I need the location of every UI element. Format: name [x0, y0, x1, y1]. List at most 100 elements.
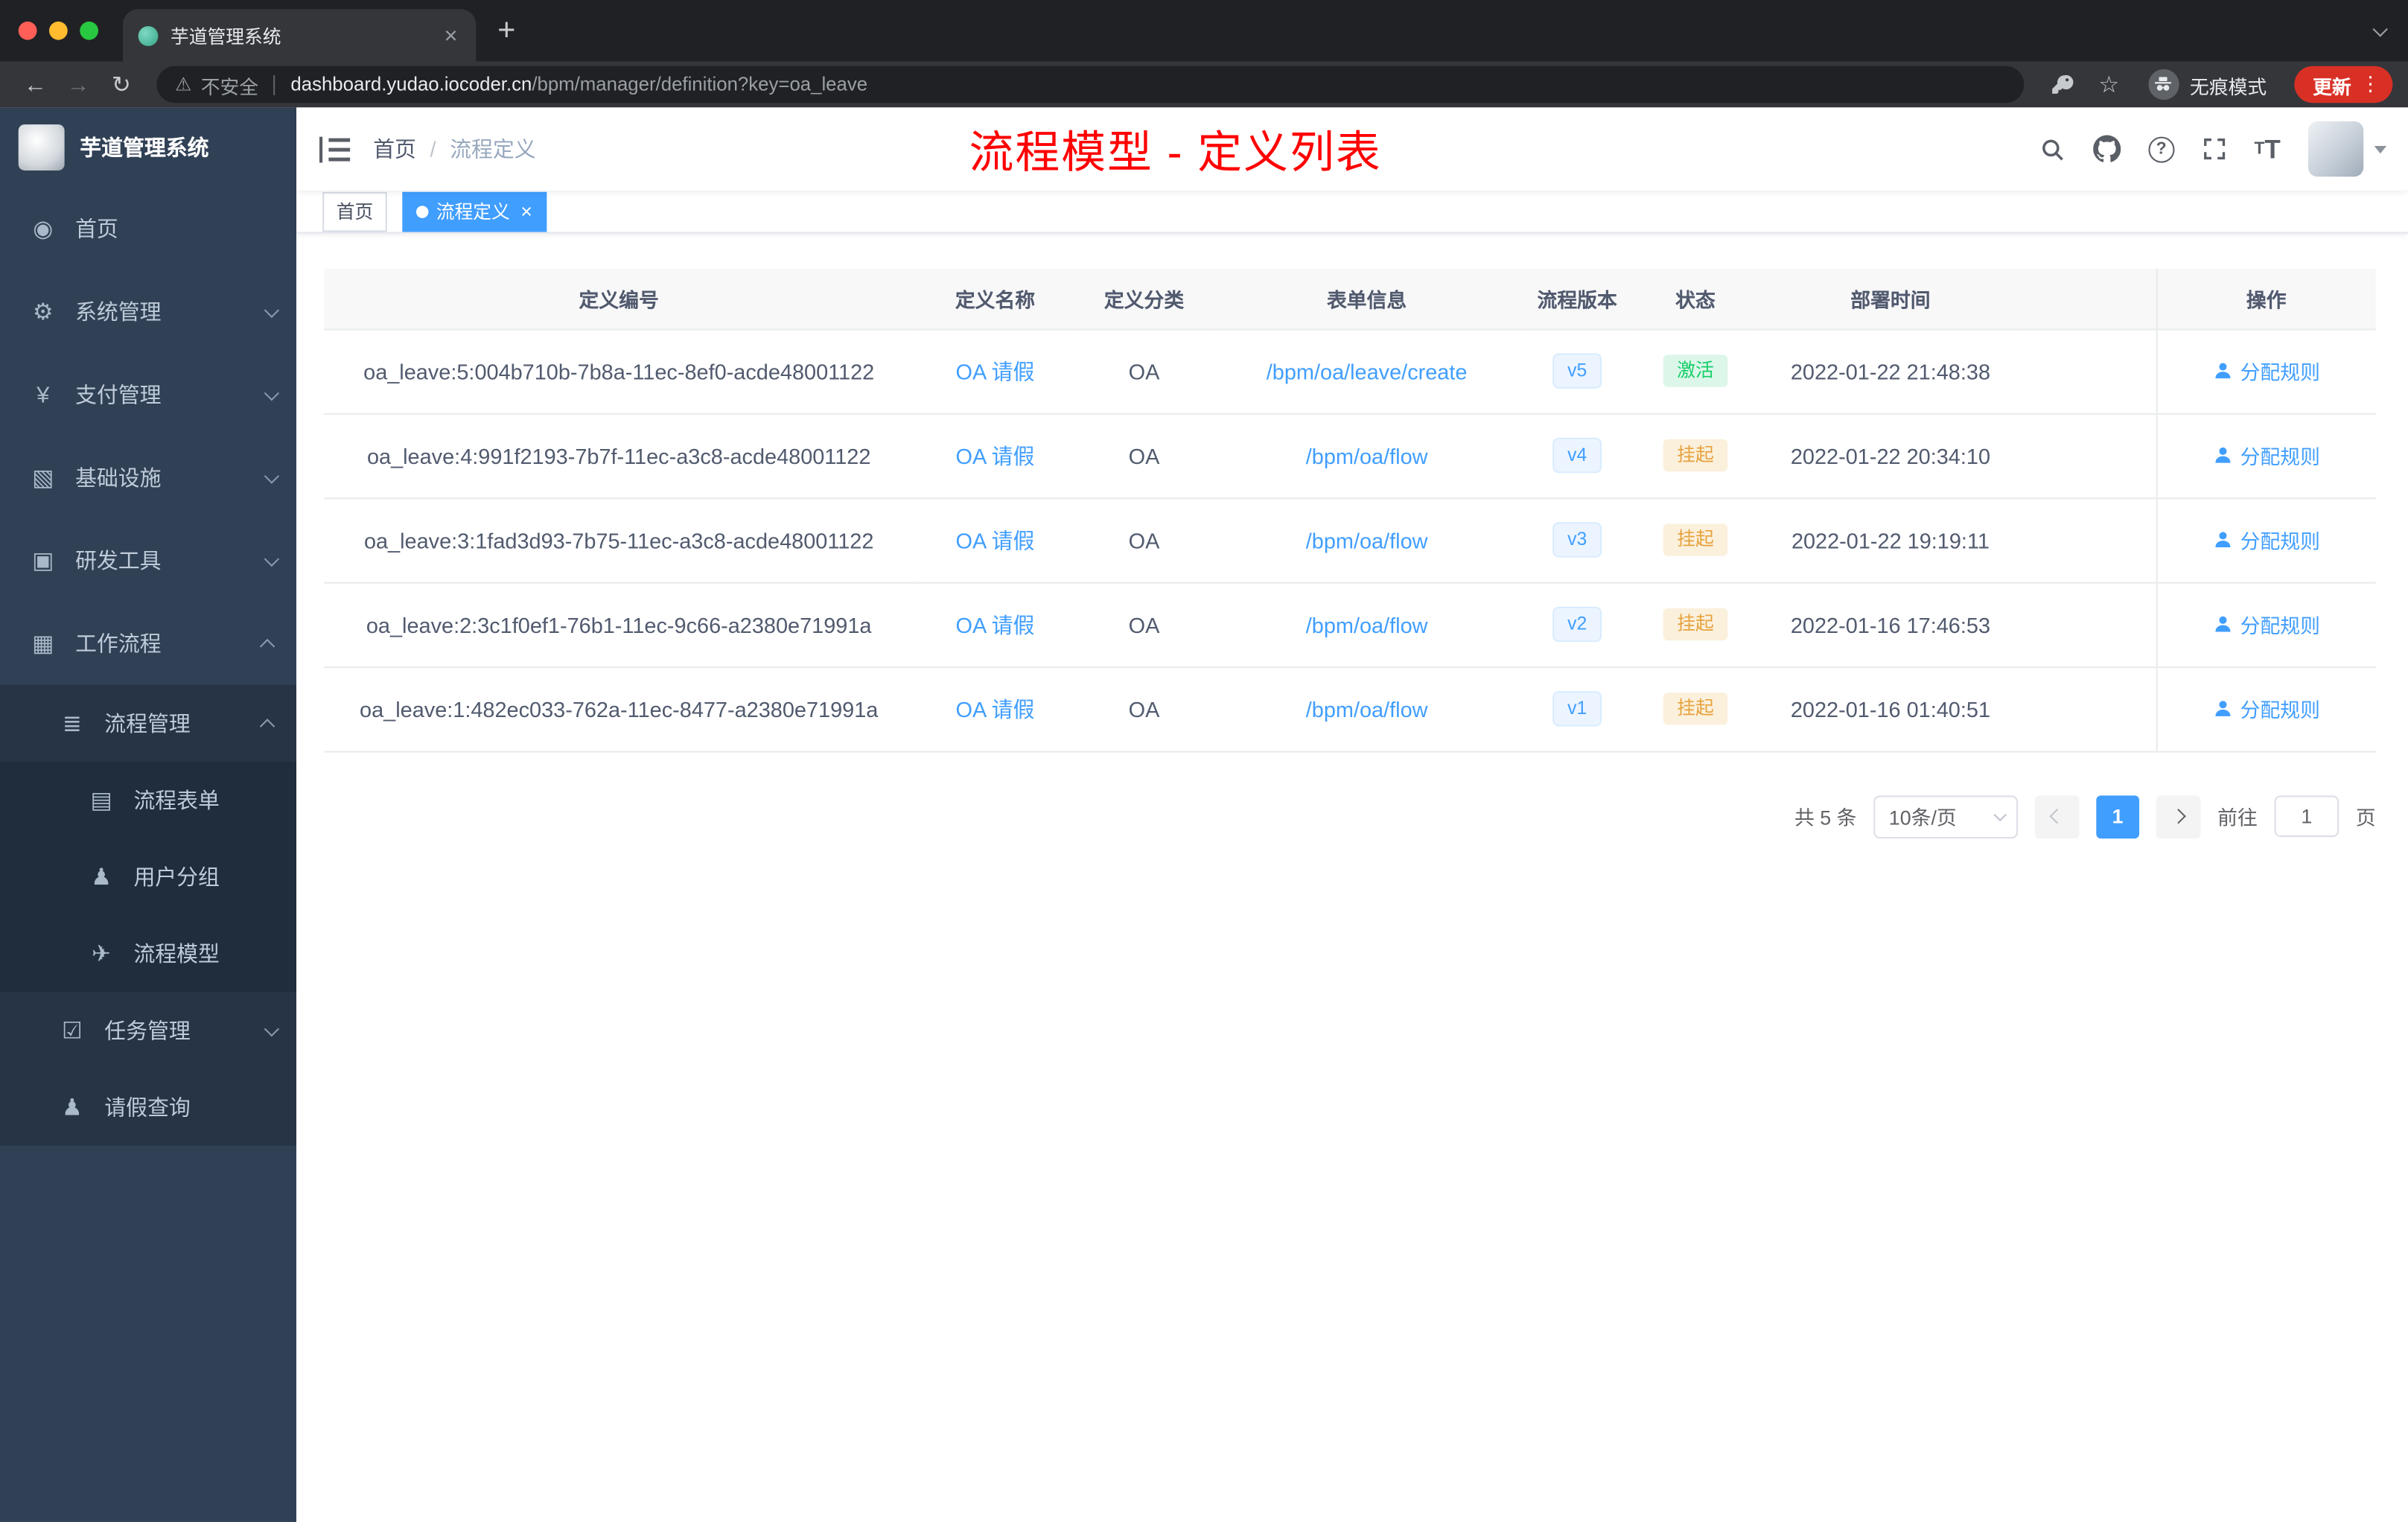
chevron-down-icon	[264, 550, 280, 567]
assign-rule-link[interactable]: 分配规则	[2213, 357, 2320, 386]
breadcrumb-home[interactable]: 首页	[373, 133, 416, 164]
form-link[interactable]: /bpm/oa/flow	[1306, 443, 1428, 468]
goto-page-input[interactable]: 1	[2274, 795, 2339, 838]
sidebar-collapse-icon[interactable]	[296, 136, 373, 162]
address-bar[interactable]: ⚠ 不安全 dashboard.yudao.iocoder.cn/bpm/man…	[156, 66, 2024, 104]
definition-name-link[interactable]: OA 请假	[956, 359, 1035, 383]
annotation-title: 流程模型 - 定义列表	[969, 129, 1382, 179]
password-key-icon[interactable]	[2049, 72, 2074, 97]
tools-icon: ▣	[32, 548, 54, 575]
assign-rule-link[interactable]: 分配规则	[2213, 525, 2320, 554]
column-header: 定义分类	[1076, 268, 1212, 330]
browser-tab[interactable]: 芋道管理系统 ×	[123, 9, 477, 62]
pagination: 共 5 条 10条/页 1 前往 1 页	[324, 795, 2376, 838]
sidebar-item-user-group[interactable]: ♟ 用户分组	[0, 838, 297, 916]
total-count: 共 5 条	[1794, 806, 1857, 830]
column-header: 流程版本	[1521, 268, 1633, 330]
browser-menu-icon[interactable]: ⋮	[2360, 72, 2380, 97]
infrastructure-icon: ▧	[32, 465, 54, 491]
tab-search-chevron-icon[interactable]	[2372, 17, 2388, 45]
definition-name-link[interactable]: OA 请假	[956, 696, 1035, 721]
column-header: 定义名称	[914, 268, 1077, 330]
sidebar-item-payment-management[interactable]: ¥ 支付管理	[0, 353, 296, 436]
prev-page-button[interactable]	[2034, 795, 2080, 838]
breadcrumb: 首页 / 流程定义	[373, 133, 535, 164]
form-link[interactable]: /bpm/oa/flow	[1306, 527, 1428, 552]
chevron-down-icon	[264, 468, 280, 483]
sidebar-item-process-form[interactable]: ▤ 流程表单	[0, 762, 297, 839]
tab-title: 芋道管理系统	[170, 25, 281, 47]
new-tab-button[interactable]: +	[497, 16, 515, 46]
github-icon[interactable]	[2092, 135, 2121, 163]
category-cell: OA	[1076, 328, 1212, 414]
definition-name-link[interactable]: OA 请假	[956, 612, 1035, 637]
user-avatar-menu[interactable]	[2307, 121, 2387, 177]
assign-rule-link[interactable]: 分配规则	[2213, 694, 2320, 723]
table-row: oa_leave:5:004b710b-7b8a-11ec-8ef0-acde4…	[324, 328, 2376, 414]
assign-rule-link[interactable]: 分配规则	[2213, 610, 2320, 639]
screen: 芋道管理系统 × + ← → ↻ ⚠ 不安全 dashboard.yudao.i…	[0, 0, 2408, 1522]
back-button[interactable]: ←	[16, 71, 56, 98]
forward-button[interactable]: →	[58, 71, 98, 98]
page-number-button[interactable]: 1	[2096, 795, 2139, 838]
tag-close-icon[interactable]: ×	[520, 201, 532, 221]
status-badge: 挂起	[1663, 523, 1728, 556]
avatar	[2307, 121, 2364, 177]
security-label: 不安全	[200, 76, 259, 98]
bookmark-star-icon[interactable]: ☆	[2098, 71, 2119, 98]
version-badge: v2	[1552, 607, 1602, 642]
sidebar-item-leave-query[interactable]: ♟ 请假查询	[0, 1069, 297, 1146]
incognito-label: 无痕模式	[2190, 76, 2267, 98]
zoom-window-button[interactable]	[80, 21, 98, 40]
sidebar-item-workflow[interactable]: ▦ 工作流程	[0, 602, 296, 685]
url-path: /bpm/manager/definition?key=oa_leave	[532, 74, 868, 95]
navbar-tools: ? TT	[2039, 121, 2408, 177]
deploy-time-cell: 2022-01-22 19:19:11	[1758, 497, 2023, 583]
sidebar-item-process-management[interactable]: ≣ 流程管理	[0, 684, 297, 762]
filler-cell	[2022, 666, 2156, 752]
filler-cell	[2022, 497, 2156, 583]
app-title: 芋道管理系统	[80, 135, 209, 160]
paper-plane-icon: ✈	[92, 941, 112, 968]
form-link[interactable]: /bpm/oa/flow	[1306, 612, 1428, 637]
page-size-select[interactable]: 10条/页	[1873, 795, 2019, 838]
sidebar-item-infrastructure[interactable]: ▧ 基础设施	[0, 436, 296, 519]
sidebar-item-home[interactable]: ◉ 首页	[0, 188, 296, 270]
tag-process-definition[interactable]: 流程定义 ×	[402, 191, 547, 232]
sidebar-item-task-management[interactable]: ☑ 任务管理	[0, 992, 297, 1069]
table-row: oa_leave:2:3c1f0ef1-76b1-11ec-9c66-a2380…	[324, 582, 2376, 668]
search-icon[interactable]	[2039, 136, 2065, 162]
sidebar-item-process-model[interactable]: ✈ 流程模型	[0, 915, 297, 993]
form-link[interactable]: /bpm/oa/leave/create	[1267, 359, 1468, 383]
tab-favicon-icon	[138, 25, 159, 45]
category-cell: OA	[1076, 413, 1212, 499]
tag-home[interactable]: 首页	[322, 191, 387, 232]
deploy-time-cell: 2022-01-16 17:46:53	[1758, 582, 2023, 668]
help-icon[interactable]: ?	[2148, 136, 2175, 162]
workflow-icon: ▦	[32, 631, 54, 657]
column-header: 表单信息	[1211, 268, 1522, 330]
definition-id-cell: oa_leave:5:004b710b-7b8a-11ec-8ef0-acde4…	[324, 328, 914, 414]
caret-down-icon	[2374, 144, 2387, 153]
close-window-button[interactable]	[18, 21, 37, 40]
assign-rule-link[interactable]: 分配规则	[2213, 441, 2320, 470]
status-badge: 挂起	[1663, 608, 1728, 641]
form-link[interactable]: /bpm/oa/flow	[1306, 696, 1428, 721]
definition-name-link[interactable]: OA 请假	[956, 443, 1035, 468]
update-button[interactable]: 更新 ⋮	[2294, 66, 2393, 104]
browser-tab-strip: 芋道管理系统 × +	[0, 0, 2408, 62]
sidebar-item-system-management[interactable]: ⚙ 系统管理	[0, 270, 296, 353]
breadcrumb-current: 流程定义	[450, 136, 536, 162]
reload-button[interactable]: ↻	[101, 71, 141, 98]
navbar: 首页 / 流程定义 流程模型 - 定义列表 ? TT	[296, 107, 2408, 191]
next-page-button[interactable]	[2156, 795, 2201, 838]
minimize-window-button[interactable]	[49, 21, 68, 40]
definition-name-link[interactable]: OA 请假	[956, 527, 1035, 552]
font-size-icon[interactable]: TT	[2254, 136, 2280, 162]
tab-close-icon[interactable]: ×	[441, 21, 460, 50]
sidebar-item-dev-tools[interactable]: ▣ 研发工具	[0, 519, 296, 602]
task-icon: ☑	[62, 1018, 83, 1045]
fullscreen-icon[interactable]	[2202, 137, 2226, 162]
list-icon: ≣	[62, 710, 82, 737]
app-logo[interactable]: 芋道管理系统	[0, 107, 296, 187]
